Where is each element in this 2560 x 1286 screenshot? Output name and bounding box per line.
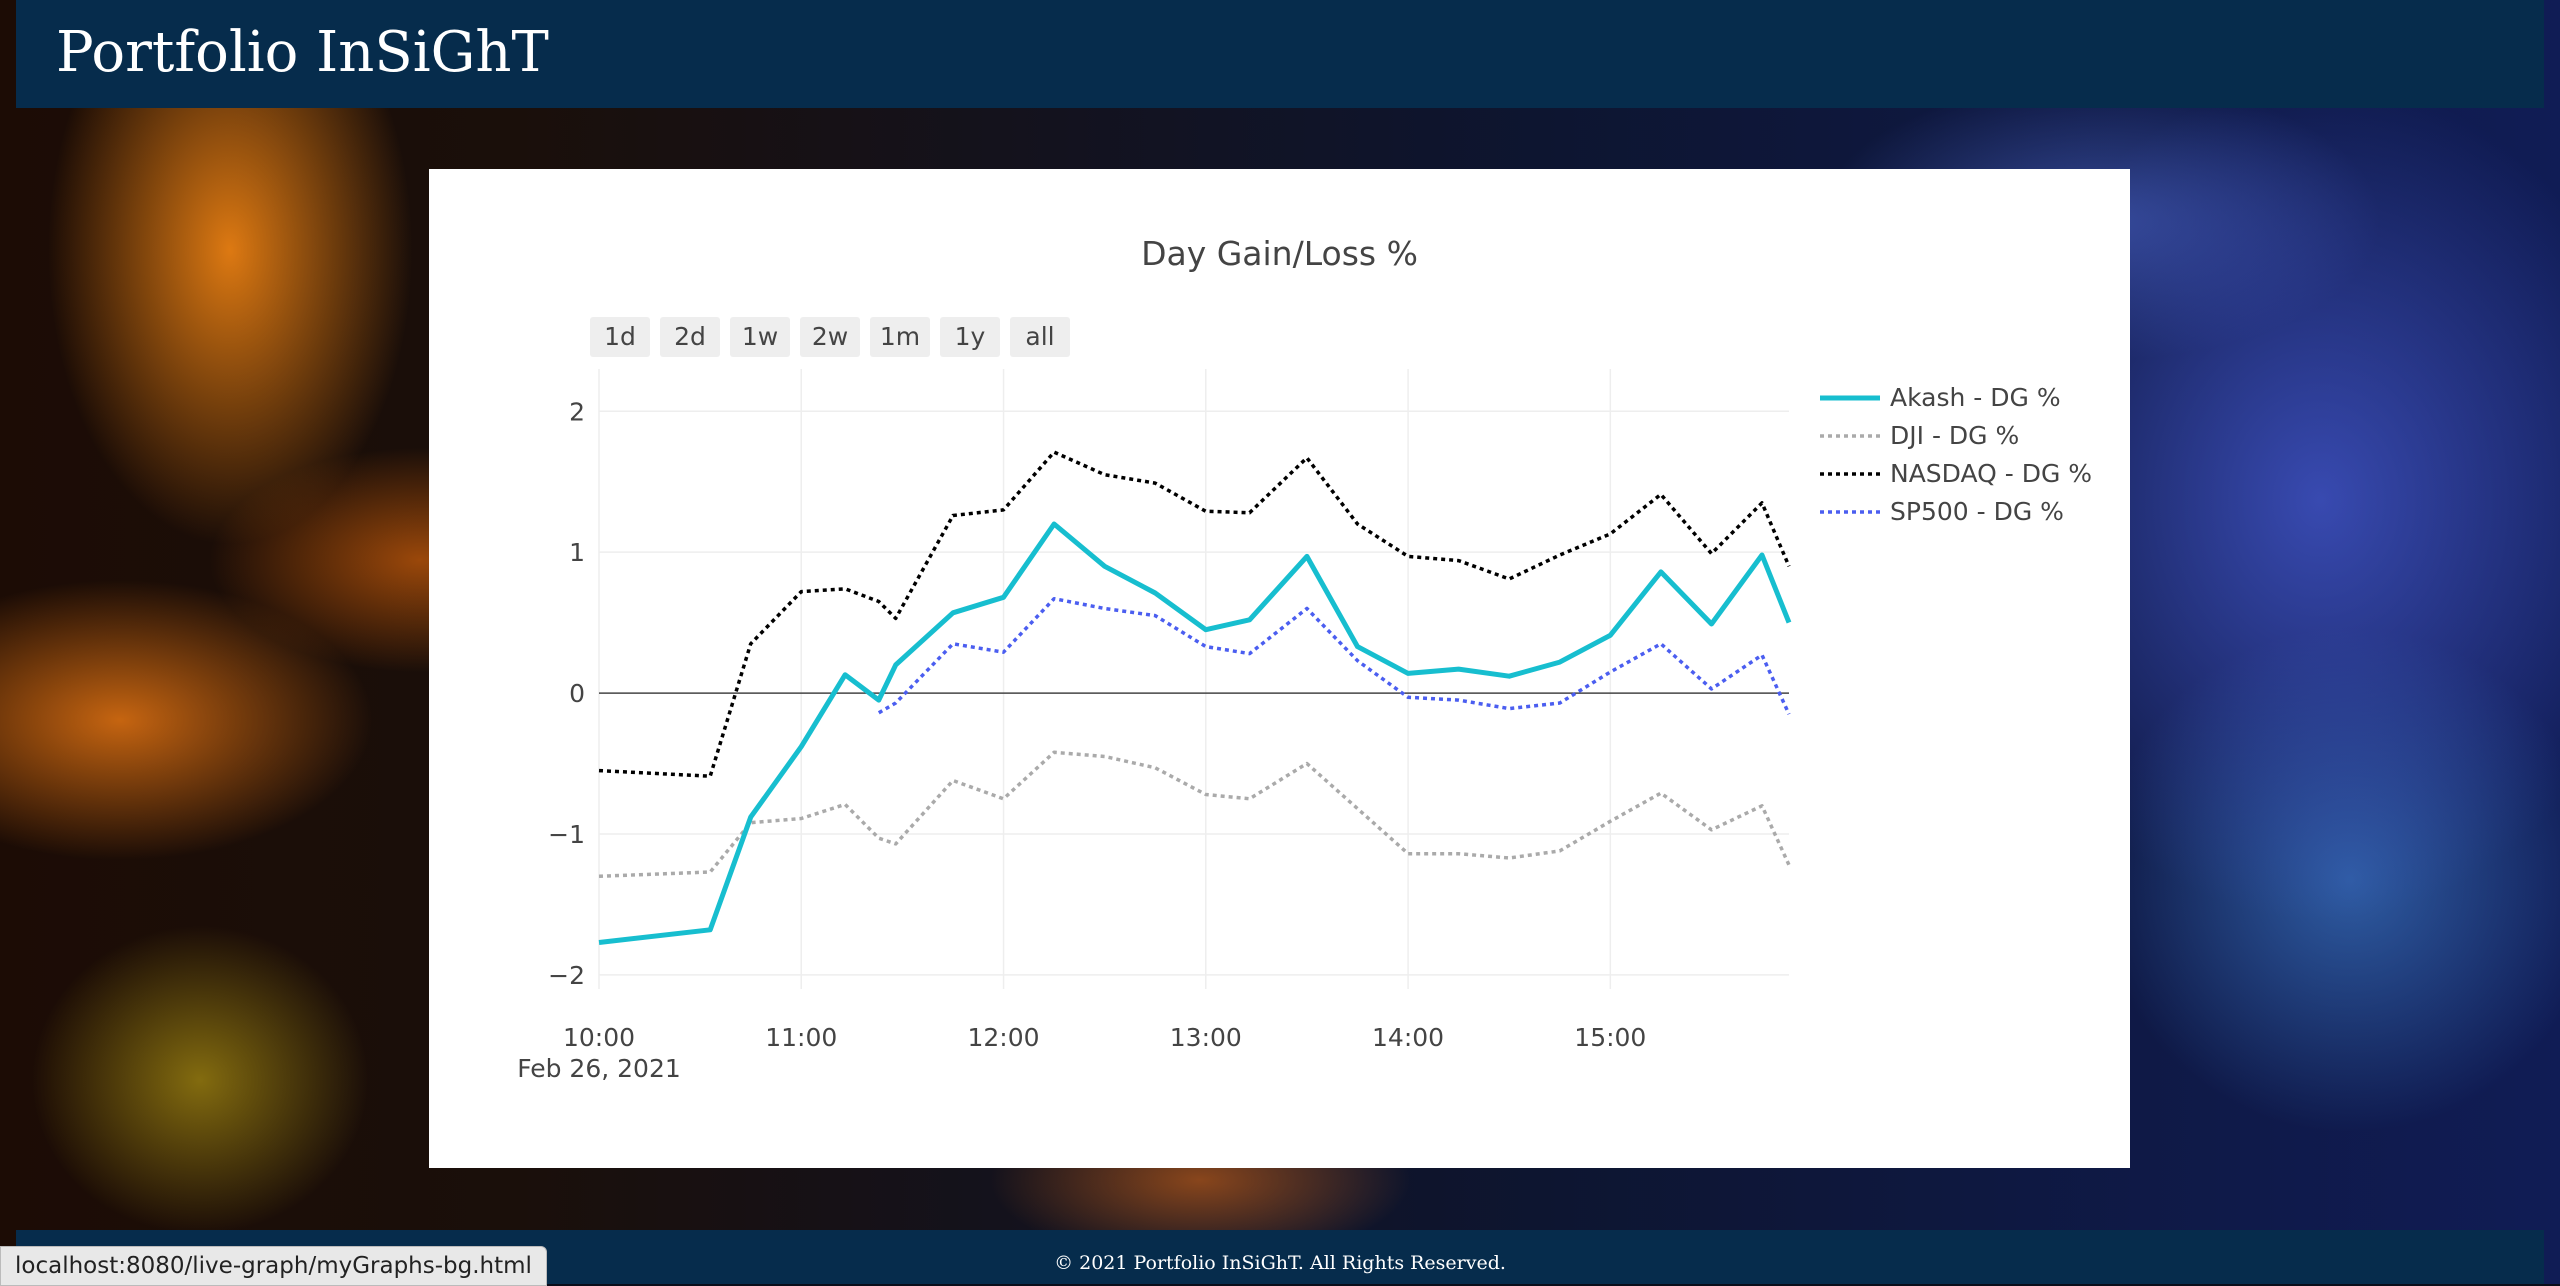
x-tick-label: 12:00 [968, 1023, 1040, 1052]
range-button-2w[interactable]: 2w [800, 317, 860, 357]
legend-swatch-dji [1820, 434, 1880, 438]
status-bar-url: localhost:8080/live-graph/myGraphs-bg.ht… [0, 1246, 547, 1286]
legend-swatch-akash [1820, 395, 1880, 401]
y-tick-label: 1 [569, 538, 585, 567]
y-tick-label: −2 [548, 961, 585, 990]
series-line-sp500 [877, 596, 1791, 715]
y-tick-label: −1 [548, 820, 585, 849]
legend-label-sp500: SP500 - DG % [1890, 497, 2064, 526]
range-button-1m[interactable]: 1m [870, 317, 930, 357]
x-date-label: Feb 26, 2021 [517, 1054, 681, 1083]
x-tick-label: 10:00 [563, 1023, 635, 1052]
legend-label-akash: Akash - DG % [1890, 383, 2061, 412]
range-button-2d[interactable]: 2d [660, 317, 720, 357]
chart-panel: 10:00 11:00 12:00 13:00 14:00 15:00 Feb 26, 20… [429, 169, 2130, 1168]
x-tick-label: 14:00 [1372, 1023, 1444, 1052]
legend-swatch-sp500 [1820, 510, 1880, 514]
range-button-1w[interactable]: 1w [730, 317, 790, 357]
brand-title[interactable]: Portfolio InSiGhT [56, 20, 549, 85]
y-tick-label: 2 [569, 397, 585, 426]
range-button-all[interactable]: all [1010, 317, 1070, 357]
range-button-1y[interactable]: 1y [940, 317, 1000, 357]
x-tick-label: 13:00 [1170, 1023, 1242, 1052]
x-tick-label: 11:00 [765, 1023, 837, 1052]
y-tick-label: 0 [569, 679, 585, 708]
range-button-1d[interactable]: 1d [590, 317, 650, 357]
legend-label-nasdaq: NASDAQ - DG % [1890, 459, 2093, 488]
chart-title: Day Gain/Loss % [1141, 234, 1418, 273]
legend-swatch-nasdaq [1820, 472, 1880, 476]
x-tick-label: 15:00 [1574, 1023, 1646, 1052]
header-bar: Portfolio InSiGhT [16, 0, 2544, 108]
legend-label-dji: DJI - DG % [1890, 421, 2020, 450]
